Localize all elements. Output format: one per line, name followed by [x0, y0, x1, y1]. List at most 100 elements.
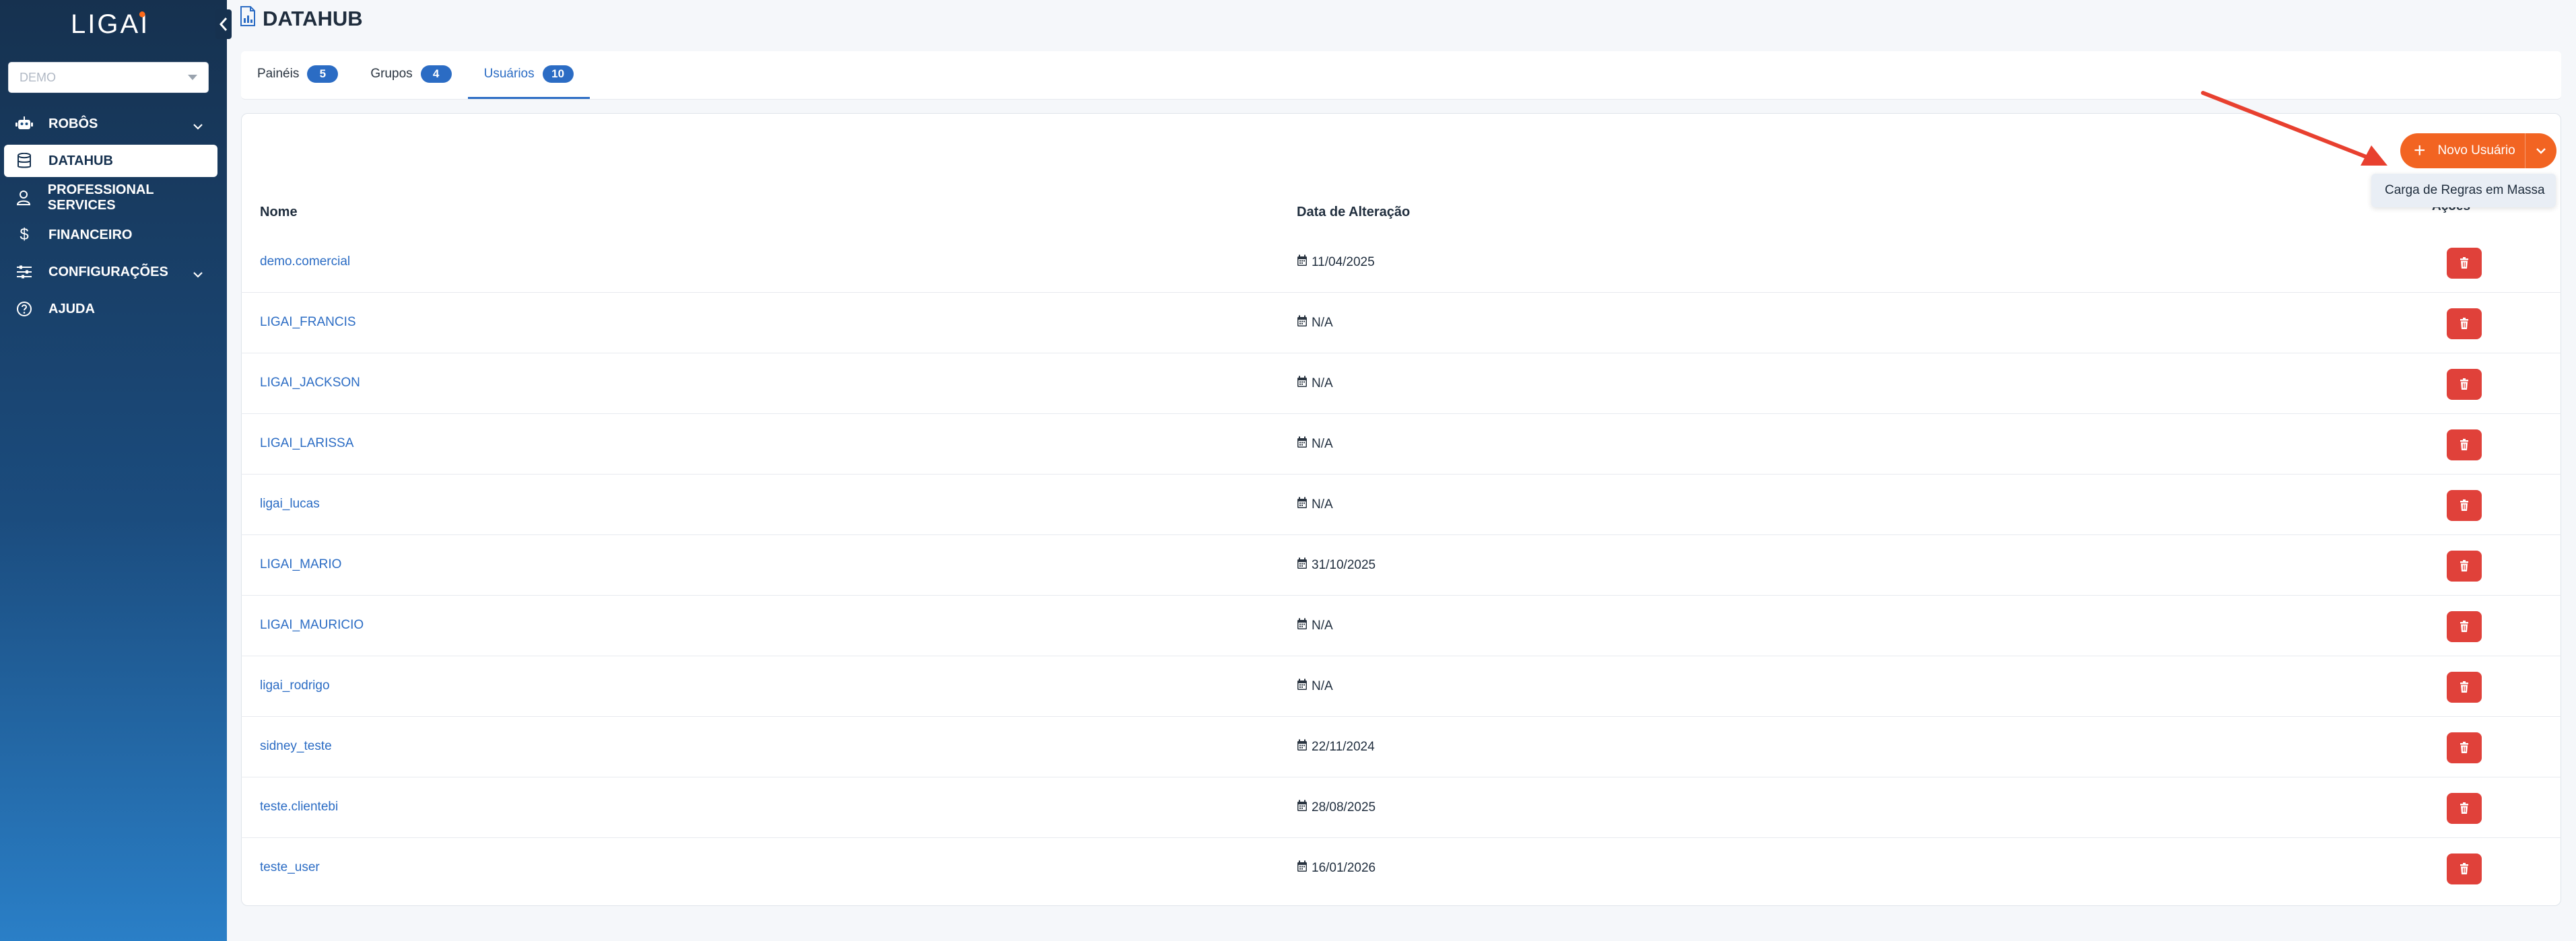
date-cell: 11/04/2025: [1297, 254, 1375, 271]
sidebar-item-datahub[interactable]: DATAHUB: [4, 145, 217, 177]
trash-icon: [2460, 621, 2468, 632]
delete-button[interactable]: [2447, 793, 2482, 824]
trash-icon: [2460, 742, 2468, 753]
sidebar-item-robos[interactable]: ROBÔS: [4, 108, 217, 140]
table-row: ligai_lucas N/A: [241, 475, 2561, 535]
user-name-link[interactable]: LIGAI_MARIO: [260, 557, 341, 572]
robot-icon: [15, 116, 34, 131]
users-table-body: demo.comercial 11/04/2025 LIGAI_FRANCIS N/A…: [241, 232, 2561, 899]
sidebar-item-professional-services[interactable]: PROFESSIONAL SERVICES: [4, 182, 217, 214]
calendar-icon: [1297, 618, 1308, 634]
user-name-link[interactable]: demo.comercial: [260, 254, 350, 269]
sidebar-item-label: FINANCEIRO: [48, 227, 133, 242]
sidebar-item-financeiro[interactable]: $ FINANCEIRO: [4, 219, 217, 251]
tab-grupos[interactable]: Grupos 4: [354, 50, 467, 99]
table-row: teste.clientebi 28/08/2025: [241, 777, 2561, 838]
table-row: teste_user 16/01/2026: [241, 838, 2561, 899]
calendar-icon: [1297, 739, 1308, 755]
table-row: LIGAI_JACKSON N/A: [241, 353, 2561, 414]
calendar-icon: [1297, 800, 1308, 816]
delete-button[interactable]: [2447, 611, 2482, 642]
user-name-link[interactable]: ligai_rodrigo: [260, 678, 330, 693]
calendar-icon: [1297, 254, 1308, 271]
delete-button[interactable]: [2447, 672, 2482, 703]
calendar-icon: [1297, 376, 1308, 392]
tab-paineis[interactable]: Painéis 5: [241, 50, 354, 99]
table-row: demo.comercial 11/04/2025: [241, 232, 2561, 293]
sidebar-collapse-button[interactable]: [215, 9, 232, 39]
trash-icon: [2460, 863, 2468, 874]
tab-label: Grupos: [370, 66, 413, 81]
date-value: N/A: [1312, 316, 1333, 330]
table-row: sidney_teste 22/11/2024: [241, 717, 2561, 777]
calendar-icon: [1297, 497, 1308, 513]
calendar-icon: [1297, 557, 1308, 573]
date-value: 11/04/2025: [1312, 255, 1375, 269]
organization-select[interactable]: DEMO: [8, 62, 209, 93]
sidebar-item-label: DATAHUB: [48, 153, 113, 168]
delete-button[interactable]: [2447, 853, 2482, 884]
chevron-down-icon: [193, 267, 203, 282]
date-value: N/A: [1312, 679, 1333, 693]
sidebar-item-ajuda[interactable]: AJUDA: [4, 293, 217, 325]
sidebar-item-configuracoes[interactable]: CONFIGURAÇÕES: [4, 256, 217, 288]
caret-down-icon: [188, 75, 197, 80]
date-cell: N/A: [1297, 315, 1333, 331]
calendar-icon: [1297, 860, 1308, 876]
user-icon: [15, 190, 33, 206]
date-value: N/A: [1312, 497, 1333, 512]
user-name-link[interactable]: teste.clientebi: [260, 800, 338, 814]
button-separator: [2525, 133, 2526, 168]
table-row: LIGAI_MARIO 31/10/2025: [241, 535, 2561, 596]
sidebar-nav: ROBÔS DATAHUB PROFESSIONAL SERVICES $ FI…: [0, 108, 227, 330]
page-title: DATAHUB: [240, 5, 363, 32]
chevron-down-icon[interactable]: [2535, 143, 2547, 162]
table-header: Nome Data de Alteração: [241, 195, 2561, 229]
date-cell: 16/01/2026: [1297, 860, 1376, 876]
new-user-button-label: Novo Usuário: [2437, 143, 2515, 158]
tab-label: Painéis: [257, 66, 300, 81]
sidebar: LIGAI ● DEMO ROBÔS DATAHUB PROFESSIONAL …: [0, 0, 227, 941]
date-value: 31/10/2025: [1312, 558, 1376, 572]
date-value: N/A: [1312, 619, 1333, 633]
trash-icon: [2460, 439, 2468, 450]
count-badge: 5: [307, 65, 339, 83]
column-header-name: Nome: [260, 204, 298, 219]
delete-button[interactable]: [2447, 490, 2482, 521]
calendar-icon: [1297, 436, 1308, 452]
date-value: N/A: [1312, 437, 1333, 451]
organization-select-value: DEMO: [20, 70, 56, 84]
table-row: ligai_rodrigo N/A: [241, 656, 2561, 717]
sidebar-item-label: ROBÔS: [48, 116, 98, 131]
user-name-link[interactable]: ligai_lucas: [260, 497, 320, 512]
date-cell: N/A: [1297, 618, 1333, 634]
delete-button[interactable]: [2447, 551, 2482, 582]
help-icon: [15, 301, 34, 317]
tab-usuarios[interactable]: Usuários 10: [467, 50, 590, 99]
dropdown-item-bulk-rules[interactable]: Carga de Regras em Massa: [2371, 174, 2556, 207]
delete-button[interactable]: [2447, 308, 2482, 339]
user-name-link[interactable]: teste_user: [260, 860, 320, 875]
delete-button[interactable]: [2447, 429, 2482, 460]
new-user-button[interactable]: + Novo Usuário: [2400, 133, 2556, 168]
delete-button[interactable]: [2447, 732, 2482, 763]
delete-button[interactable]: [2447, 248, 2482, 279]
page-title-text: DATAHUB: [263, 7, 363, 30]
user-name-link[interactable]: LIGAI_FRANCIS: [260, 315, 356, 330]
trash-icon: [2460, 378, 2468, 390]
user-name-link[interactable]: LIGAI_MAURICIO: [260, 618, 364, 633]
tab-label: Usuários: [483, 66, 535, 81]
user-name-link[interactable]: sidney_teste: [260, 739, 332, 754]
table-row: LIGAI_MAURICIO N/A: [241, 596, 2561, 656]
table-row: LIGAI_LARISSA N/A: [241, 414, 2561, 475]
app-logo: LIGAI ●: [71, 7, 149, 43]
table-row: LIGAI_FRANCIS N/A: [241, 293, 2561, 353]
trash-icon: [2460, 318, 2468, 329]
user-name-link[interactable]: LIGAI_JACKSON: [260, 376, 360, 390]
sidebar-item-label: CONFIGURAÇÕES: [48, 264, 168, 279]
date-cell: N/A: [1297, 436, 1333, 452]
date-value: 28/08/2025: [1312, 800, 1376, 814]
delete-button[interactable]: [2447, 369, 2482, 400]
user-name-link[interactable]: LIGAI_LARISSA: [260, 436, 353, 451]
chevron-left-icon: [219, 18, 228, 31]
